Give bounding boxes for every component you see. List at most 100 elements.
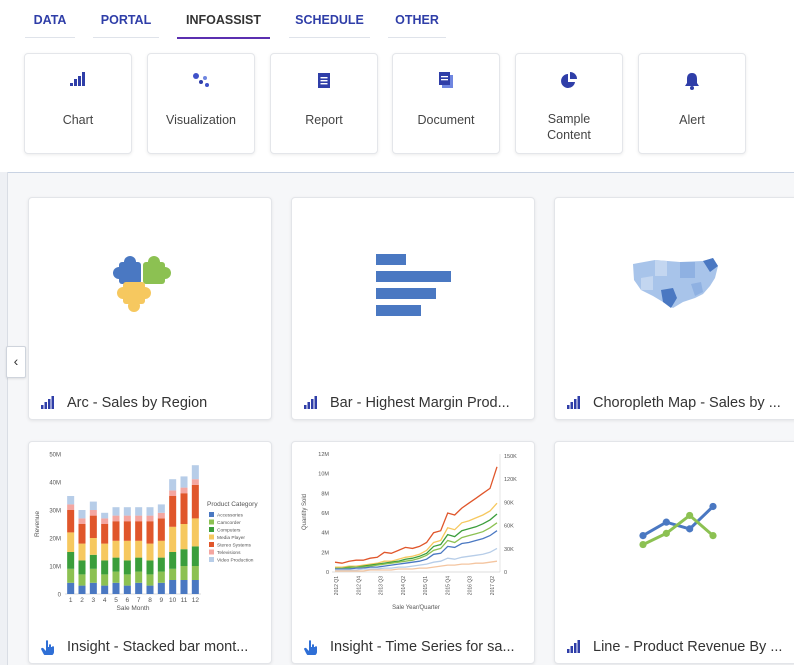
y-tick-label: 0 (326, 570, 329, 576)
bar-segment (101, 543, 109, 561)
legend-label: Media Player (217, 535, 245, 541)
y-tick-label: 20M (49, 537, 61, 543)
tab-data[interactable]: DATA (25, 0, 75, 38)
tool-report[interactable]: Report (270, 53, 378, 154)
y-tick-label: 50M (49, 453, 61, 459)
tool-visualization[interactable]: Visualization (147, 53, 255, 154)
us-map-thumbnail (633, 258, 718, 308)
bar-segment (191, 479, 199, 485)
bar-segment (123, 574, 131, 586)
collapse-panel-button[interactable]: ‹ (6, 346, 26, 378)
tool-label-line2: Content (547, 128, 591, 142)
x-tick-label: 2016 Q3 (468, 576, 474, 595)
y-tick-label: 40M (49, 481, 61, 487)
bar-segment (123, 560, 131, 575)
bar-segment (112, 582, 120, 594)
tool-label: Visualization (166, 113, 236, 127)
bar-segment (112, 515, 120, 522)
tool-label: Sample Content (518, 111, 620, 143)
x-tick-label: 2014 Q2 (401, 576, 407, 595)
tool-document[interactable]: Document (392, 53, 500, 154)
top-panel: DATA PORTAL INFOASSIST SCHEDULE OTHER Ch… (0, 0, 794, 173)
tool-chart[interactable]: Chart (24, 53, 132, 154)
bar-segment (123, 540, 131, 561)
bar-segment (89, 554, 97, 569)
bar-segment (146, 521, 154, 544)
tab-infoassist[interactable]: INFOASSIST (177, 0, 270, 39)
card-title-text: Insight - Time Series for sa... (330, 639, 515, 655)
bar-segment (67, 504, 75, 510)
bar-segment (191, 484, 199, 519)
tab-other[interactable]: OTHER (388, 0, 446, 38)
legend-title: Product Category (207, 501, 258, 508)
tool-sample-content[interactable]: Sample Content (515, 53, 623, 154)
content-card-bar[interactable]: Bar - Highest Margin Prod... (291, 197, 535, 420)
document-icon (393, 72, 499, 94)
card-title-text: Choropleth Map - Sales by ... (593, 395, 781, 411)
card-title-text: Insight - Stacked bar mont... (67, 639, 249, 655)
bar-segment (101, 585, 109, 594)
legend-label: Video Production (217, 558, 254, 564)
bar-segment (146, 543, 154, 561)
bar-chart-icon (567, 396, 581, 410)
scatter-dots-icon (148, 72, 254, 94)
bar-segment (135, 521, 143, 541)
content-card-choropleth[interactable]: Choropleth Map - Sales by ... (554, 197, 794, 420)
bar-chart-icon (567, 640, 581, 654)
bar-segment (157, 540, 165, 558)
time-series-chart: 0 2M 4M 6M 8M 10M 12M 0 30K 60K 90K 120K 150K 2012 Q1… (302, 452, 517, 611)
bar-segment (157, 504, 165, 513)
bar-segment (135, 540, 143, 558)
content-card-arc[interactable]: Arc - Sales by Region (28, 197, 272, 420)
bar-segment (67, 510, 75, 533)
bar-segment (157, 512, 165, 519)
content-card-time-series[interactable]: 0 2M 4M 6M 8M 10M 12M 0 30K 60K 90K 120K 150K 2012 Q1… (291, 441, 535, 664)
content-card-line[interactable]: Line - Product Revenue By ... (554, 441, 794, 664)
legend-swatch (209, 542, 214, 547)
tab-portal[interactable]: PORTAL (93, 0, 159, 38)
bar-chart-icon (41, 396, 55, 410)
stacked-bar-chart: 010M20M30M40M50M1 2 3 4 5 6 7 8 9 10 11 12Sale Mont… (34, 453, 258, 613)
series-point (639, 532, 647, 540)
x-tick-label: 2015 Q1 (423, 576, 429, 595)
card-title: Insight - Time Series for sa... (304, 639, 526, 655)
bar-segment (135, 507, 143, 516)
y-tick-label: 10M (49, 565, 61, 571)
tool-label: Document (417, 113, 475, 127)
bar-segment (123, 585, 131, 594)
bar-segment (157, 582, 165, 594)
y-tick-label: 10M (318, 472, 329, 478)
tool-label: Report (305, 113, 343, 127)
y2-tick-label: 90K (504, 500, 514, 506)
bar-segment (101, 512, 109, 519)
x-tick-label: 2015 Q4 (445, 576, 451, 595)
y-tick-label: 12M (318, 452, 329, 458)
content-card-stacked-bar[interactable]: 0 10M 20M 30M 40M 50M 1 2 3 4 5 6 7 8 9 10 11 12 Sale Mont… (28, 441, 272, 664)
bar-segment (191, 518, 199, 547)
line-chart-thumbnail (639, 502, 717, 549)
card-title: Choropleth Map - Sales by ... (567, 395, 789, 411)
legend-label: Computers (217, 528, 241, 534)
bar-segment (169, 490, 177, 496)
y2-tick-label: 30K (504, 547, 514, 553)
x-tick-label: 12 (192, 597, 200, 604)
hand-pointer-icon (304, 640, 318, 655)
bar-segment (78, 524, 86, 544)
tool-label-line1: Sample (547, 112, 591, 126)
bar-segment (135, 582, 143, 594)
x-tick-label: 2 (80, 597, 84, 604)
series-point (686, 511, 694, 520)
x-tick-label: 8 (148, 597, 152, 604)
y-tick-label: 6M (321, 511, 329, 517)
bar-segment (78, 574, 86, 586)
x-tick-label: 1 (69, 597, 73, 604)
tab-schedule[interactable]: SCHEDULE (289, 0, 370, 38)
tool-alert[interactable]: Alert (638, 53, 746, 154)
bar-segment (191, 546, 199, 566)
series-point (662, 518, 670, 526)
bar-segment (123, 515, 131, 522)
series-point (662, 529, 670, 537)
legend-swatch (209, 557, 214, 562)
y-tick-label: 2M (321, 550, 329, 556)
bar-segment (101, 560, 109, 575)
